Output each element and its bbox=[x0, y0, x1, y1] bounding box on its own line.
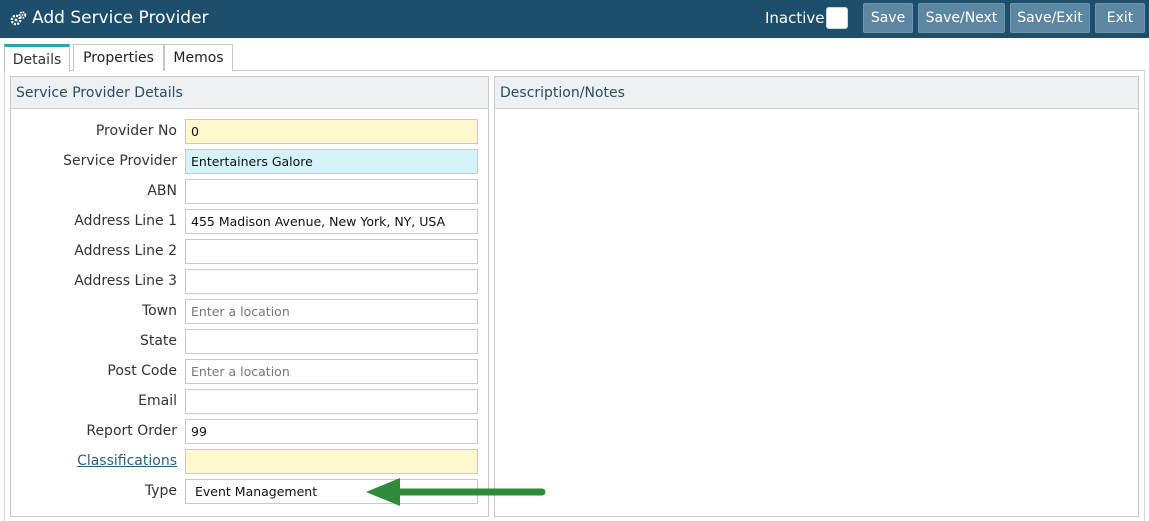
address-line-2-field[interactable] bbox=[185, 239, 478, 264]
type-value: Event Management bbox=[195, 484, 318, 499]
exit-button[interactable]: Exit bbox=[1095, 3, 1145, 33]
report-order-value: 99 bbox=[191, 424, 207, 439]
panel-title: Service Provider Details bbox=[11, 77, 488, 109]
service-provider-value: Entertainers Galore bbox=[191, 154, 313, 169]
inactive-label: Inactive bbox=[765, 9, 825, 27]
address-line-1-value: 455 Madison Avenue, New York, NY, USA bbox=[191, 214, 446, 229]
classifications-link[interactable]: Classifications bbox=[77, 453, 177, 469]
provider-no-field[interactable]: 0 bbox=[185, 119, 478, 144]
gears-icon bbox=[10, 10, 27, 27]
annotation-arrow-icon bbox=[366, 478, 546, 506]
service-provider-label: Service Provider bbox=[63, 153, 177, 169]
address-line-1-label: Address Line 1 bbox=[74, 213, 177, 229]
email-field[interactable] bbox=[185, 389, 478, 414]
state-label: State bbox=[139, 333, 177, 349]
email-label: Email bbox=[138, 393, 177, 409]
service-provider-field[interactable]: Entertainers Galore bbox=[185, 149, 478, 174]
header-bar: Add Service Provider Inactive Save Save/… bbox=[0, 0, 1149, 38]
report-order-field[interactable]: 99 bbox=[185, 419, 478, 444]
abn-label: ABN bbox=[147, 183, 177, 199]
town-label: Town bbox=[141, 303, 177, 319]
address-line-2-label: Address Line 2 bbox=[74, 243, 177, 259]
address-line-3-field[interactable] bbox=[185, 269, 478, 294]
save-next-button[interactable]: Save/Next bbox=[918, 3, 1005, 33]
save-button[interactable]: Save bbox=[863, 3, 913, 33]
tab-properties[interactable]: Properties bbox=[73, 44, 164, 71]
post-code-label: Post Code bbox=[107, 363, 177, 379]
page-title: Add Service Provider bbox=[10, 8, 209, 28]
classifications-field[interactable] bbox=[185, 449, 478, 474]
description-notes-panel: Description/Notes bbox=[494, 76, 1139, 517]
inactive-checkbox[interactable] bbox=[826, 7, 848, 29]
address-line-3-label: Address Line 3 bbox=[74, 273, 177, 289]
tab-details[interactable]: Details bbox=[4, 44, 70, 72]
abn-field[interactable] bbox=[185, 179, 478, 204]
post-code-placeholder: Enter a location bbox=[191, 364, 290, 379]
town-input[interactable]: Enter a location bbox=[185, 299, 478, 324]
post-code-input[interactable]: Enter a location bbox=[185, 359, 478, 384]
type-label: Type bbox=[144, 483, 177, 499]
report-order-label: Report Order bbox=[86, 423, 177, 439]
provider-no-value: 0 bbox=[191, 124, 199, 139]
panel-title: Description/Notes bbox=[495, 77, 1138, 109]
state-field[interactable] bbox=[185, 329, 478, 354]
save-exit-button[interactable]: Save/Exit bbox=[1010, 3, 1090, 33]
page-title-text: Add Service Provider bbox=[32, 8, 209, 28]
town-placeholder: Enter a location bbox=[191, 304, 290, 319]
tab-memos[interactable]: Memos bbox=[164, 44, 233, 71]
address-line-1-field[interactable]: 455 Madison Avenue, New York, NY, USA bbox=[185, 209, 478, 234]
provider-no-label: Provider No bbox=[95, 123, 177, 139]
